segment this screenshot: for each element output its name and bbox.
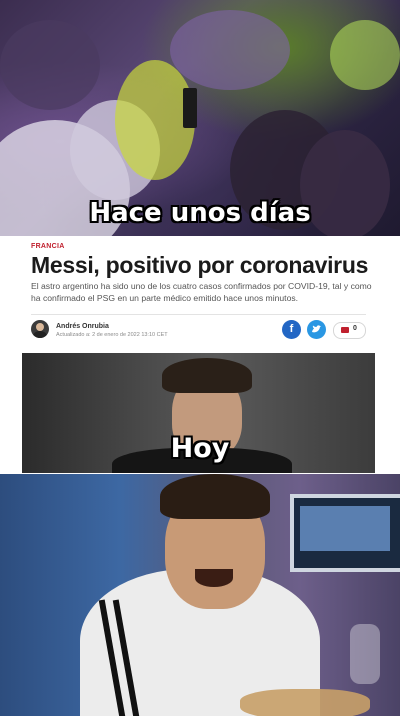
tv-screen-image bbox=[290, 494, 400, 572]
news-article: FRANCIA Messi, positivo por coronavirus … bbox=[0, 236, 400, 348]
selfie-photo-panel bbox=[0, 474, 400, 716]
table-image bbox=[240, 689, 370, 716]
crowd-figure bbox=[0, 20, 100, 110]
facebook-icon[interactable]: f bbox=[282, 320, 301, 339]
comment-count: 0 bbox=[353, 325, 357, 332]
hair-image bbox=[162, 358, 252, 393]
crowd-figure bbox=[170, 10, 290, 90]
author-name[interactable]: Andrés Onrubia bbox=[56, 323, 109, 330]
hair-image bbox=[160, 474, 270, 519]
caption-bottom: Hoy bbox=[170, 433, 230, 464]
comments-button[interactable]: 0 bbox=[333, 322, 366, 339]
caption-top: Hace unos días bbox=[89, 198, 311, 228]
twitter-icon[interactable] bbox=[307, 320, 326, 339]
updated-timestamp: Actualizado a: 2 de enero de 2022 13:10 … bbox=[56, 332, 168, 338]
comment-icon bbox=[341, 327, 349, 333]
author-avatar bbox=[31, 320, 49, 338]
crowd-figure bbox=[330, 20, 400, 90]
divider bbox=[31, 314, 366, 315]
article-lead: El astro argentino ha sido uno de los cu… bbox=[31, 281, 372, 303]
glass-image bbox=[350, 624, 380, 684]
phone-image bbox=[183, 88, 197, 128]
article-headline[interactable]: Messi, positivo por coronavirus bbox=[31, 252, 368, 279]
article-section[interactable]: FRANCIA bbox=[31, 243, 65, 250]
